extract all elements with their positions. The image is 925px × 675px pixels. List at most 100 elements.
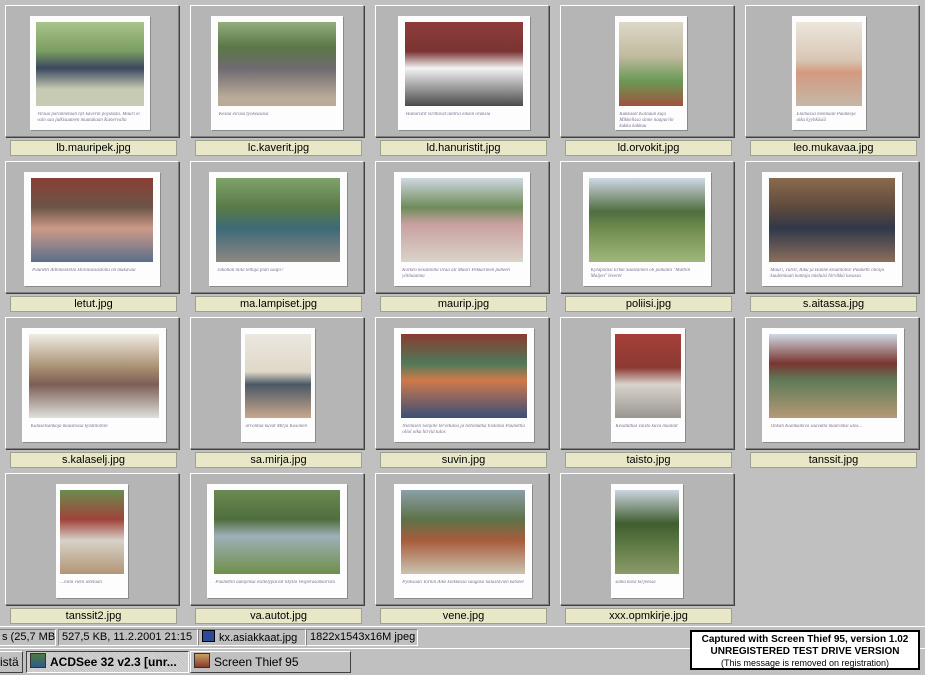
- thumbnail-item[interactable]: Onkan Kiankaikiva saavutta maaraiksi ulo…: [740, 312, 925, 468]
- thumbnail-filename[interactable]: maurip.jpg: [380, 296, 547, 312]
- start-button-fragment[interactable]: istä: [0, 651, 23, 673]
- photo-scene: [59, 489, 125, 575]
- thumbnail-image[interactable]: Niemisen Sonjille tervetuloa ja tietomat…: [394, 328, 534, 442]
- thumbnail-item[interactable]: Pyöksaan Tornin Äike koikkessa saagaisi …: [370, 468, 555, 624]
- thumbnail-item[interactable]: Jokohan niitä lettuja pian saapi? ma.lamp…: [185, 156, 370, 312]
- thumbnail-filename[interactable]: lc.kaverit.jpg: [195, 140, 362, 156]
- thumbnail-item[interactable]: arvontaa kuvat Mirja Kosonen sa.mirja.jpg: [185, 312, 370, 468]
- thumbnail-image[interactable]: Hanuristit virittävät iuntria eikein ora…: [398, 16, 530, 130]
- thumbnail-image[interactable]: arvontaa kuvat Mirja Kosonen: [241, 328, 315, 442]
- thumbnail-frame[interactable]: ...nillä vieni iötetään: [5, 473, 179, 605]
- thumbnail-image[interactable]: Elämässä mennään Paunkeja aika kyyhkäsiä: [792, 16, 866, 130]
- thumbnail-filename[interactable]: s.aitassa.jpg: [750, 296, 917, 312]
- status-total: s (25,7 MB): [0, 629, 56, 646]
- thumbnail-filename[interactable]: leo.mukavaa.jpg: [750, 140, 917, 156]
- thumbnail-image[interactable]: Onkan Kiankaikiva saavutta maaraiksi ulo…: [762, 328, 904, 442]
- thumbnail-frame[interactable]: Kesaa eirasa tyokeasasa: [190, 5, 364, 137]
- thumbnail-item[interactable]: Hanuristit virittävät iuntria eikein ora…: [370, 0, 555, 156]
- thumbnail-frame[interactable]: Paunetti Aittokeskella Hiirolaosastolla …: [5, 161, 179, 293]
- thumbnail-image[interactable]: Kesätuttua Taisto kuva maalait: [611, 328, 685, 442]
- thumbnail-item[interactable]: Elämässä mennään Paunkeja aika kyyhkäsiä…: [740, 0, 925, 156]
- thumbnail-frame[interactable]: Mauri, Tulvit, Riku ja Hanne kesantolla!…: [745, 161, 919, 293]
- thumbnail-image[interactable]: Kylapoliisi Erkki Saastainen oli paikall…: [583, 172, 711, 286]
- photo-scene: [618, 21, 684, 107]
- photo-caption: Mauri, Tulvit, Riku ja Hanne kesantolla!…: [770, 267, 885, 279]
- status-current-file: kx.asiakkaat.jpg: [198, 629, 306, 646]
- thumbnail-filename[interactable]: va.autot.jpg: [195, 608, 362, 624]
- thumbnail-filename[interactable]: ld.hanuristit.jpg: [380, 140, 547, 156]
- thumbnail-item[interactable]: Korkeo kesantolla ilvaa all Mauri Pekkar…: [370, 156, 555, 312]
- thumbnail-item[interactable]: ...nillä vieni iötetään tanssit2.jpg: [0, 468, 185, 624]
- thumbnail-filename[interactable]: taisto.jpg: [565, 452, 732, 468]
- thumbnail-item[interactable]: Virsua parannetaan nyt kaverin pöydästä.…: [0, 0, 185, 156]
- thumbnail-filename[interactable]: vene.jpg: [380, 608, 547, 624]
- thumbnail-image[interactable]: Kesaa eirasa tyokeasasa: [211, 16, 343, 130]
- thumbnail-frame[interactable]: sama kuva kirjeessä: [560, 473, 734, 605]
- photo-scene: [614, 333, 682, 419]
- acdsee-icon: [30, 653, 46, 668]
- thumbnail-image[interactable]: Korkeo kesantolla ilvaa all Mauri Pekkar…: [394, 172, 530, 286]
- thumbnail-frame[interactable]: Paunettin autojensa esittelypäivät likyl…: [190, 473, 364, 605]
- status-current-file-label: kx.asiakkaat.jpg: [219, 632, 298, 644]
- thumbnail-item[interactable]: Kukkaset Kainuun kuja Mikkelissa sinne n…: [555, 0, 740, 156]
- thumbnail-frame[interactable]: Onkan Kiankaikiva saavutta maaraiksi ulo…: [745, 317, 919, 449]
- thumbnail-item[interactable]: Kalaselsankoja maastossa kylätiloihin s.k…: [0, 312, 185, 468]
- thumbnail-frame[interactable]: Jokohan niitä lettuja pian saapi?: [190, 161, 364, 293]
- thumbnail-item[interactable]: sama kuva kirjeessä xxx.opmkirje.jpg: [555, 468, 740, 624]
- photo-caption: arvontaa kuvat Mirja Kosonen: [245, 423, 307, 429]
- thumbnail-item[interactable]: Kesaa eirasa tyokeasasa lc.kaverit.jpg: [185, 0, 370, 156]
- photo-caption: Kesaa eirasa tyokeasasa: [218, 111, 269, 117]
- thumbnail-frame[interactable]: Niemisen Sonjille tervetuloa ja tietomat…: [375, 317, 549, 449]
- thumbnail-frame[interactable]: Korkeo kesantolla ilvaa all Mauri Pekkar…: [375, 161, 549, 293]
- thumbnail-image[interactable]: ...nillä vieni iötetään: [56, 484, 128, 598]
- photo-caption: Jokohan niitä lettuja pian saapi?: [217, 267, 284, 273]
- thumbnail-image[interactable]: Mauri, Tulvit, Riku ja Hanne kesantolla!…: [762, 172, 902, 286]
- thumbnail-grid: Virsua parannetaan nyt kaverin pöydästä.…: [0, 0, 925, 626]
- thumbnail-image[interactable]: Kukkaset Kainuun kuja Mikkelissa sinne n…: [615, 16, 687, 130]
- photo-scene: [214, 489, 340, 575]
- thumbnail-frame[interactable]: Kalaselsankoja maastossa kylätiloihin: [5, 317, 179, 449]
- thumbnail-item[interactable]: Mauri, Tulvit, Riku ja Hanne kesantolla!…: [740, 156, 925, 312]
- photo-scene: [217, 21, 337, 107]
- thumbnail-filename[interactable]: sa.mirja.jpg: [195, 452, 362, 468]
- thumbnail-frame[interactable]: Pyöksaan Tornin Äike koikkessa saagaisi …: [375, 473, 549, 605]
- thumbnail-frame[interactable]: Virsua parannetaan nyt kaverin pöydästä.…: [5, 5, 179, 137]
- thumbnail-frame[interactable]: arvontaa kuvat Mirja Kosonen: [190, 317, 364, 449]
- thumbnail-frame[interactable]: Kukkaset Kainuun kuja Mikkelissa sinne n…: [560, 5, 734, 137]
- thumbnail-filename[interactable]: s.kalaselj.jpg: [10, 452, 177, 468]
- taskbar-button-acdsee[interactable]: ACDSee 32 v2.3 [unr...: [26, 651, 189, 673]
- photo-caption: Hanuristit virittävät iuntria eikein ora…: [405, 111, 491, 117]
- thumbnail-frame[interactable]: Elämässä mennään Paunkeja aika kyyhkäsiä: [745, 5, 919, 137]
- thumbnail-image[interactable]: sama kuva kirjeessä: [611, 484, 683, 598]
- thumbnail-image[interactable]: Kalaselsankoja maastossa kylätiloihin: [22, 328, 166, 442]
- thumbnail-filename[interactable]: letut.jpg: [10, 296, 177, 312]
- photo-scene: [614, 489, 680, 575]
- thumbnail-filename[interactable]: tanssit.jpg: [750, 452, 917, 468]
- thumbnail-image[interactable]: Virsua parannetaan nyt kaverin pöydästä.…: [30, 16, 150, 130]
- thumbnail-item[interactable]: Paunettin autojensa esittelypäivät likyl…: [185, 468, 370, 624]
- thumbnail-filename[interactable]: ma.lampiset.jpg: [195, 296, 362, 312]
- thumbnail-image[interactable]: Pyöksaan Tornin Äike koikkessa saagaisi …: [394, 484, 532, 598]
- photo-scene: [400, 489, 526, 575]
- thumbnail-item[interactable]: Kylapoliisi Erkki Saastainen oli paikall…: [555, 156, 740, 312]
- photo-caption: ...nillä vieni iötetään: [60, 579, 102, 585]
- photo-caption: Kylapoliisi Erkki Saastainen oli paikall…: [590, 267, 691, 279]
- thumbnail-frame[interactable]: Kesätuttua Taisto kuva maalait: [560, 317, 734, 449]
- thumbnail-frame[interactable]: Hanuristit virittävät iuntria eikein ora…: [375, 5, 549, 137]
- thumbnail-filename[interactable]: lb.mauripek.jpg: [10, 140, 177, 156]
- thumbnail-filename[interactable]: xxx.opmkirje.jpg: [565, 608, 732, 624]
- thumbnail-filename[interactable]: ld.orvokit.jpg: [565, 140, 732, 156]
- thumbnail-filename[interactable]: poliisi.jpg: [565, 296, 732, 312]
- taskbar-button-screen-thief[interactable]: Screen Thief 95: [190, 651, 351, 673]
- thumbnail-image[interactable]: Paunettin autojensa esittelypäivät likyl…: [207, 484, 347, 598]
- thumbnail-filename[interactable]: suvin.jpg: [380, 452, 547, 468]
- thumbnail-item[interactable]: Kesätuttua Taisto kuva maalait taisto.jpg: [555, 312, 740, 468]
- thumbnail-filename[interactable]: tanssit2.jpg: [10, 608, 177, 624]
- thumbnail-image[interactable]: Jokohan niitä lettuja pian saapi?: [209, 172, 347, 286]
- thumbnail-frame[interactable]: Kylapoliisi Erkki Saastainen oli paikall…: [560, 161, 734, 293]
- thumbnail-item[interactable]: Paunetti Aittokeskella Hiirolaosastolla …: [0, 156, 185, 312]
- photo-scene: [400, 177, 524, 263]
- thumbnail-image[interactable]: Paunetti Aittokeskella Hiirolaosastolla …: [24, 172, 160, 286]
- photo-scene: [589, 177, 705, 263]
- thumbnail-item[interactable]: Niemisen Sonjille tervetuloa ja tietomat…: [370, 312, 555, 468]
